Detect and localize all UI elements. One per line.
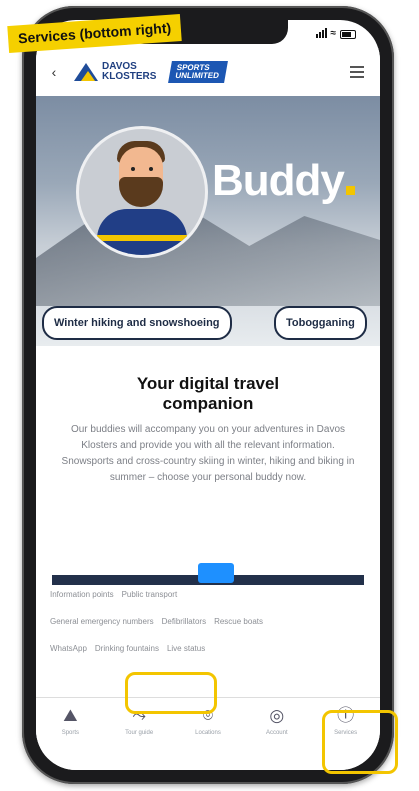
link-defibrillators[interactable]: Defibrillators — [162, 617, 206, 626]
service-links: Information points Public transport Gene… — [36, 590, 380, 671]
app-screen: ≈ ‹ DAVOS KLOSTERS SPORTS UNLIMITED Budd… — [36, 20, 380, 770]
intro-description: Our buddies will accompany you on your a… — [61, 424, 355, 483]
battery-icon — [340, 30, 356, 39]
davos-klosters-logo[interactable]: DAVOS KLOSTERS — [74, 62, 156, 82]
intro-title: Your digital travel companion — [136, 374, 280, 413]
carousel-handle[interactable] — [198, 563, 234, 583]
hero-title: Buddy — [212, 156, 355, 206]
menu-button[interactable] — [350, 63, 364, 81]
intro-section: Your digital travel companion Our buddie… — [36, 346, 380, 561]
wifi-icon: ≈ — [330, 28, 337, 39]
link-public-transport[interactable]: Public transport — [122, 590, 178, 599]
logo-line2: KLOSTERS — [102, 71, 157, 82]
carousel-track[interactable] — [52, 563, 364, 585]
link-rescue-boats[interactable]: Rescue boats — [214, 617, 263, 626]
sports-unlimited-logo: SPORTS UNLIMITED — [168, 61, 228, 83]
logo-mark-icon — [74, 63, 98, 81]
chip-winter-hiking[interactable]: Winter hiking and snowshoeing — [42, 306, 232, 340]
account-icon: ◎ — [269, 706, 285, 725]
chip-tobogganing[interactable]: Tobogganing — [274, 306, 367, 340]
highlight-services-tab — [322, 710, 398, 774]
hero-banner: Buddy Winter hiking and snowshoeing Tobo… — [36, 96, 380, 346]
link-emergency-numbers[interactable]: General emergency numbers — [50, 617, 154, 626]
back-button[interactable]: ‹ — [42, 64, 66, 80]
status-bar: ≈ — [315, 28, 356, 39]
link-whatsapp[interactable]: WhatsApp — [50, 644, 87, 653]
phone-frame: ≈ ‹ DAVOS KLOSTERS SPORTS UNLIMITED Budd… — [22, 6, 394, 784]
tab-account[interactable]: ◎ Account — [251, 706, 303, 736]
link-information-points[interactable]: Information points — [50, 590, 114, 599]
accent-dot-icon — [345, 186, 355, 195]
mountain-icon: ⛰ — [63, 706, 78, 725]
buddy-avatar — [76, 126, 208, 258]
signal-icon — [315, 28, 327, 38]
link-drinking-fountains[interactable]: Drinking fountains — [95, 644, 159, 653]
app-header: ‹ DAVOS KLOSTERS SPORTS UNLIMITED — [36, 48, 380, 96]
link-live-status[interactable]: Live status — [167, 644, 205, 653]
highlight-drinking-fountains — [125, 672, 217, 714]
tab-sports[interactable]: ⛰ Sports — [44, 706, 96, 736]
